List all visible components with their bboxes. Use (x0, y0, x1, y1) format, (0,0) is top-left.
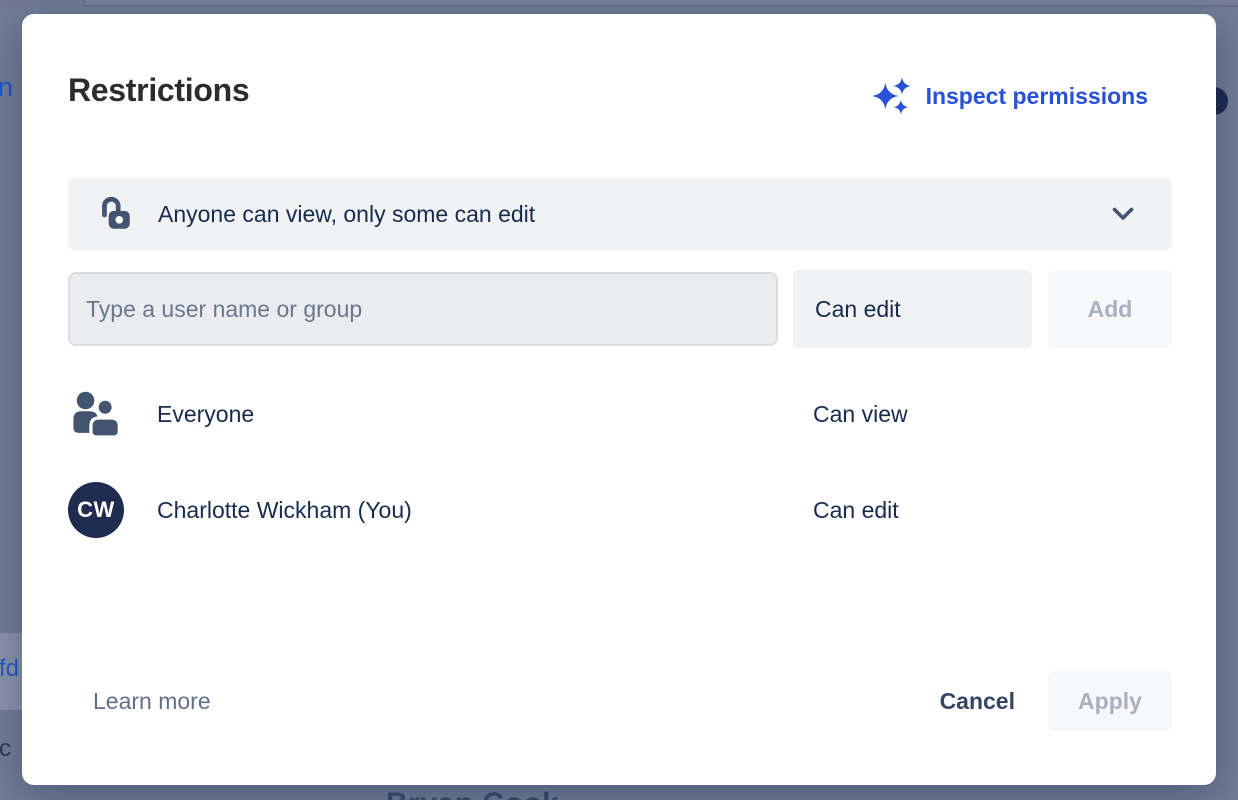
background-top-bar-segment (0, 0, 85, 7)
sparkle-icon (872, 76, 912, 116)
member-permission: Can edit (813, 497, 899, 524)
background-page-author: Bryan Cook (386, 787, 559, 800)
dialog-title: Restrictions (68, 72, 249, 109)
background-text-fragment: c (0, 735, 11, 763)
member-name: Everyone (157, 401, 254, 428)
footer-actions: Cancel Apply (940, 671, 1172, 731)
list-item: Everyone Can view (68, 384, 1172, 444)
people-icon (68, 389, 122, 439)
member-permission: Can view (813, 401, 908, 428)
unlock-icon (96, 195, 134, 233)
user-search-input[interactable] (68, 272, 778, 346)
inspect-permissions-label: Inspect permissions (926, 83, 1148, 110)
add-button[interactable]: Add (1048, 270, 1172, 348)
restrictions-dialog: Restrictions Inspect permissions Anyone … (22, 14, 1216, 785)
avatar: CW (68, 482, 124, 538)
member-icon-cell (68, 389, 148, 439)
background-text-fragment: n (0, 72, 13, 103)
permission-select[interactable]: Can edit (793, 270, 1032, 348)
restriction-mode-select[interactable]: Anyone can view, only some can edit (68, 178, 1172, 250)
background-link-fragment: fd (0, 655, 19, 683)
learn-more-link[interactable]: Learn more (93, 688, 211, 715)
dialog-footer: Learn more Cancel Apply (68, 671, 1172, 731)
inspect-permissions-link[interactable]: Inspect permissions (872, 74, 1148, 118)
chevron-down-icon (1112, 207, 1134, 221)
background-top-bar (0, 0, 1238, 7)
member-name: Charlotte Wickham (You) (157, 497, 412, 524)
cancel-button[interactable]: Cancel (940, 688, 1015, 715)
apply-button[interactable]: Apply (1048, 671, 1172, 731)
restriction-mode-value: Anyone can view, only some can edit (158, 201, 1112, 228)
member-icon-cell: CW (68, 482, 148, 538)
list-item: CW Charlotte Wickham (You) Can edit (68, 480, 1172, 540)
